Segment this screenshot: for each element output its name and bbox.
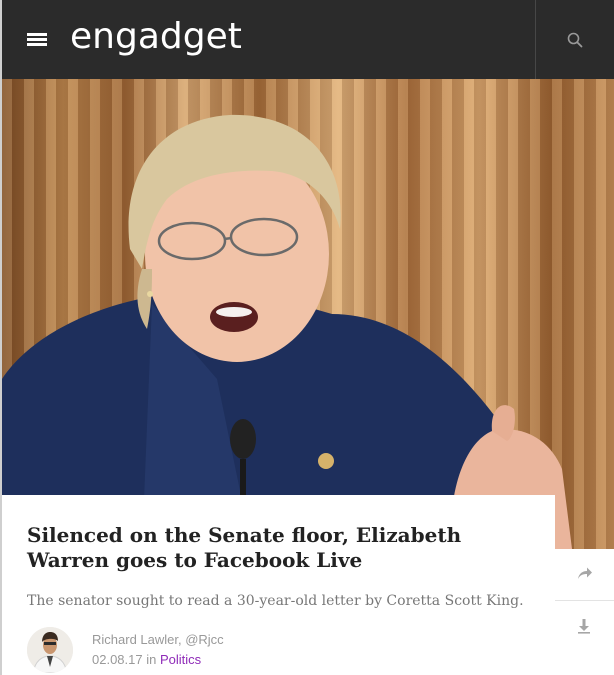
hamburger-menu-icon[interactable] (20, 25, 54, 53)
in-word: in (146, 652, 157, 667)
publish-info: 02.08.17 in Politics (92, 651, 201, 669)
save-button[interactable] (555, 601, 614, 651)
action-rail (555, 549, 614, 675)
category-link[interactable]: Politics (160, 652, 201, 667)
article-summary: The senator sought to read a 30-year-old… (27, 593, 524, 609)
article-card: Silenced on the Senate floor, Elizabeth … (2, 495, 555, 675)
search-button[interactable] (535, 0, 614, 79)
author-line: Richard Lawler, @Rjcc (92, 631, 224, 649)
hero-photo[interactable] (2, 79, 614, 549)
hero-portrait (2, 114, 572, 549)
share-button[interactable] (555, 549, 614, 601)
download-icon (578, 619, 590, 634)
share-arrow-icon (578, 567, 592, 579)
publish-date: 02.08.17 (92, 652, 143, 667)
avatar-image (27, 627, 73, 673)
window-edge (0, 0, 2, 675)
search-icon (567, 32, 583, 48)
article-headline[interactable]: Silenced on the Senate floor, Elizabeth … (27, 523, 537, 573)
author-name[interactable]: Richard Lawler, @Rjcc (92, 632, 224, 647)
engadget-logo[interactable]: engadget (70, 12, 242, 62)
site-header: engadget (2, 0, 614, 79)
author-avatar[interactable] (27, 627, 73, 673)
